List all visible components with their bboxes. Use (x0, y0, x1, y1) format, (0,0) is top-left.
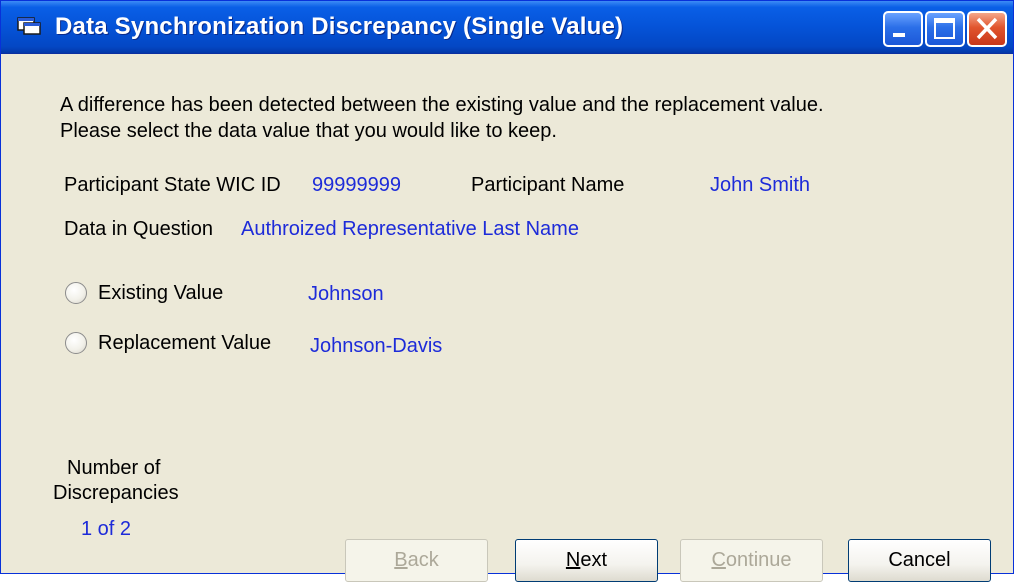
minimize-button[interactable] (883, 11, 923, 47)
discrepancies-label-line-2: Discrepancies (53, 482, 179, 504)
discrepancies-label-line-1: Number of (67, 457, 161, 479)
participant-name-label: Participant Name (471, 174, 625, 196)
message-line-2: Please select the data value that you wo… (60, 120, 557, 142)
participant-name-value: John Smith (710, 174, 811, 196)
window-title: Data Synchronization Discrepancy (Single… (55, 13, 624, 40)
data-in-question-value: Authroized Representative Last Name (241, 218, 579, 240)
continue-button-label: Continue (711, 549, 792, 571)
cancel-button-label: Cancel (888, 549, 951, 571)
participant-id-value: 99999999 (312, 174, 401, 196)
dialog-window: Data Synchronization Discrepancy (Single… (0, 0, 1014, 582)
existing-value: Johnson (308, 283, 384, 305)
dialog-app-icon (17, 17, 41, 35)
existing-value-radio[interactable] (65, 282, 87, 304)
replacement-value-label[interactable]: Replacement Value (98, 332, 271, 354)
discrepancies-count: 1 of 2 (81, 518, 132, 540)
existing-value-label[interactable]: Existing Value (98, 282, 223, 304)
minimize-icon (893, 33, 905, 37)
next-button-label: Next (565, 549, 608, 571)
replacement-value-radio[interactable] (65, 332, 87, 354)
close-button[interactable] (967, 11, 1007, 47)
back-button-label: Back (394, 549, 439, 571)
title-bar[interactable]: Data Synchronization Discrepancy (Single… (1, 1, 1013, 54)
message-line-1: A difference has been detected between t… (60, 94, 824, 116)
replacement-value: Johnson-Davis (310, 335, 443, 357)
maximize-icon (934, 18, 955, 39)
maximize-button[interactable] (925, 11, 965, 47)
participant-id-label: Participant State WIC ID (64, 174, 281, 196)
data-in-question-label: Data in Question (64, 218, 213, 240)
close-icon (976, 17, 998, 40)
dialog-body: A difference has been detected between t… (1, 54, 1013, 582)
